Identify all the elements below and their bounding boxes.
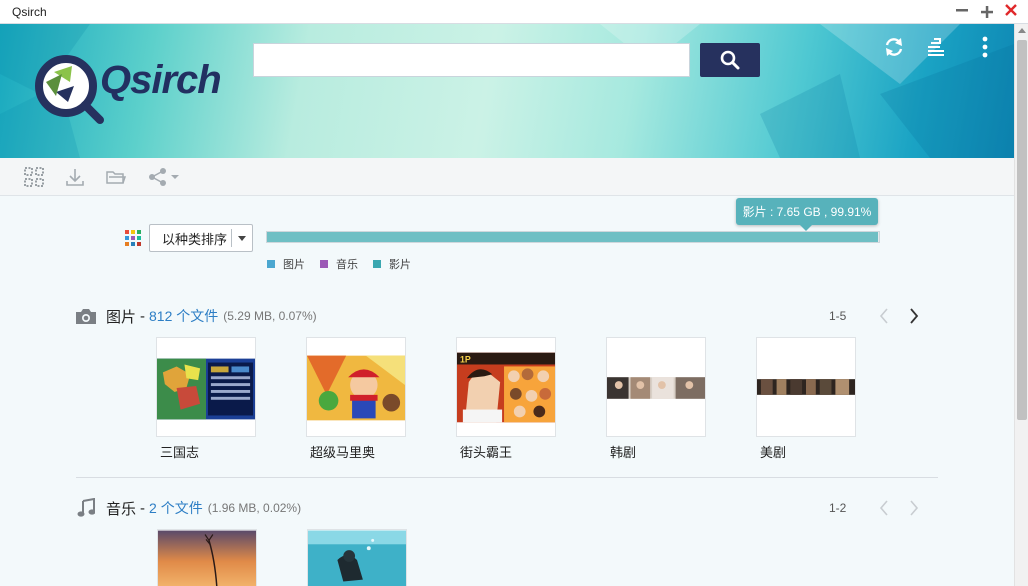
section-meta: (5.29 MB, 0.07%) bbox=[223, 309, 317, 323]
chevron-right-icon bbox=[910, 308, 919, 324]
download-icon bbox=[66, 169, 84, 186]
section-meta: (1.96 MB, 0.02%) bbox=[207, 501, 302, 515]
window-title: Qsirch bbox=[12, 5, 47, 19]
chevron-left-icon bbox=[879, 308, 888, 324]
legend-label: 图片 bbox=[283, 259, 305, 271]
storage-tooltip: 影片 : 7.65 GB , 99.91% bbox=[736, 198, 878, 231]
share-button[interactable] bbox=[148, 167, 180, 187]
legend-label: 影片 bbox=[389, 259, 411, 271]
section-count-link[interactable]: 2 个文件 bbox=[149, 498, 203, 518]
thumbnail-street-fighter[interactable]: 1P bbox=[456, 337, 556, 437]
section-dash: - bbox=[140, 307, 146, 325]
street-fighter-image: 1P bbox=[457, 352, 555, 423]
section-title: 音乐 bbox=[106, 500, 137, 518]
thumbnail-music-sunset[interactable] bbox=[157, 529, 257, 586]
more-vertical-icon bbox=[982, 36, 988, 58]
section-divider bbox=[76, 477, 938, 478]
pager-music: 1-2 bbox=[829, 498, 929, 518]
korean-drama-image bbox=[607, 377, 705, 399]
game-map-image bbox=[157, 358, 255, 420]
prev-page-button[interactable] bbox=[869, 498, 899, 518]
legend-swatch bbox=[267, 260, 275, 268]
download-button[interactable] bbox=[65, 167, 85, 187]
scroll-up-arrow[interactable] bbox=[1018, 28, 1026, 33]
section-count-link[interactable]: 812 个文件 bbox=[149, 306, 218, 326]
thumbnail-sanguozhi[interactable] bbox=[156, 337, 256, 437]
page-range: 1-2 bbox=[829, 501, 847, 515]
chevron-down-icon bbox=[238, 235, 246, 241]
thumbnail-label: 超级马里奥 bbox=[310, 445, 376, 460]
close-icon bbox=[1005, 4, 1017, 16]
qsirch-logo-icon bbox=[35, 55, 104, 124]
music-note-icon bbox=[74, 498, 98, 518]
select-all-icon bbox=[24, 167, 44, 187]
refresh-icon bbox=[885, 38, 903, 56]
prev-page-button[interactable] bbox=[869, 306, 899, 326]
sort-divider bbox=[231, 229, 232, 247]
legend-swatch bbox=[320, 260, 328, 268]
maximize-icon bbox=[981, 6, 993, 18]
next-page-button[interactable] bbox=[899, 306, 929, 326]
storage-stack-icon bbox=[928, 38, 944, 56]
search-icon bbox=[720, 50, 740, 70]
category-grid-icon bbox=[125, 230, 141, 246]
thumbnail-label: 街头霸王 bbox=[460, 445, 513, 460]
thumbnail-label: 韩剧 bbox=[610, 445, 637, 460]
chevron-right-icon bbox=[910, 500, 919, 516]
thumbnail-korean-drama[interactable] bbox=[606, 337, 706, 437]
scrollbar[interactable] bbox=[1014, 24, 1028, 586]
refresh-button[interactable] bbox=[881, 34, 907, 60]
maximize-button[interactable] bbox=[977, 2, 997, 22]
sort-label: 以种类排序 bbox=[162, 231, 228, 247]
section-title: 图片 bbox=[106, 308, 137, 326]
page-range: 1-5 bbox=[829, 309, 847, 323]
camera-icon bbox=[74, 306, 98, 326]
sunset-album-image bbox=[158, 530, 256, 586]
legend-label: 音乐 bbox=[336, 259, 358, 271]
window-titlebar: Qsirch bbox=[0, 0, 1028, 24]
open-folder-button[interactable] bbox=[106, 167, 126, 187]
storage-legend: 图片 音乐 影片 bbox=[267, 256, 426, 272]
section-dash: - bbox=[140, 499, 146, 517]
diver-album-image bbox=[308, 530, 406, 586]
thumbnail-label: 美剧 bbox=[760, 445, 787, 460]
thumbnail-label: 三国志 bbox=[160, 445, 200, 460]
mario-image bbox=[307, 355, 405, 421]
minimize-icon bbox=[956, 9, 968, 12]
sort-dropdown[interactable]: 以种类排序 bbox=[149, 224, 253, 252]
logo-text: Qsirch bbox=[100, 58, 222, 102]
search-input[interactable] bbox=[253, 43, 690, 77]
storage-button[interactable] bbox=[923, 34, 949, 60]
close-button[interactable] bbox=[1001, 2, 1021, 22]
share-icon bbox=[149, 168, 179, 186]
select-all-button[interactable] bbox=[24, 167, 44, 187]
thumbnail-super-mario[interactable] bbox=[306, 337, 406, 437]
thumbnail-music-diver[interactable] bbox=[307, 529, 407, 586]
legend-item-music: 音乐 bbox=[320, 256, 358, 272]
more-menu-button[interactable] bbox=[972, 34, 998, 60]
svg-text:1P: 1P bbox=[460, 355, 471, 365]
next-page-button[interactable] bbox=[899, 498, 929, 518]
search-button[interactable] bbox=[700, 43, 760, 77]
pager-images: 1-5 bbox=[829, 306, 929, 326]
storage-video-fill bbox=[267, 232, 879, 242]
us-drama-image bbox=[757, 379, 855, 395]
section-header-music: 音乐 - 2 个文件 (1.96 MB, 0.02%) bbox=[74, 498, 301, 518]
thumbnail-us-drama[interactable] bbox=[756, 337, 856, 437]
open-folder-icon bbox=[106, 171, 126, 184]
qsirch-logo bbox=[32, 52, 106, 131]
legend-item-images: 图片 bbox=[267, 256, 305, 272]
action-toolbar bbox=[0, 158, 1014, 196]
minimize-button[interactable] bbox=[952, 2, 972, 22]
storage-usage-bar bbox=[266, 231, 880, 243]
chevron-left-icon bbox=[879, 500, 888, 516]
legend-item-video: 影片 bbox=[373, 256, 411, 272]
section-header-images: 图片 - 812 个文件 (5.29 MB, 0.07%) bbox=[74, 306, 317, 326]
scroll-thumb[interactable] bbox=[1017, 40, 1027, 420]
legend-swatch bbox=[373, 260, 381, 268]
